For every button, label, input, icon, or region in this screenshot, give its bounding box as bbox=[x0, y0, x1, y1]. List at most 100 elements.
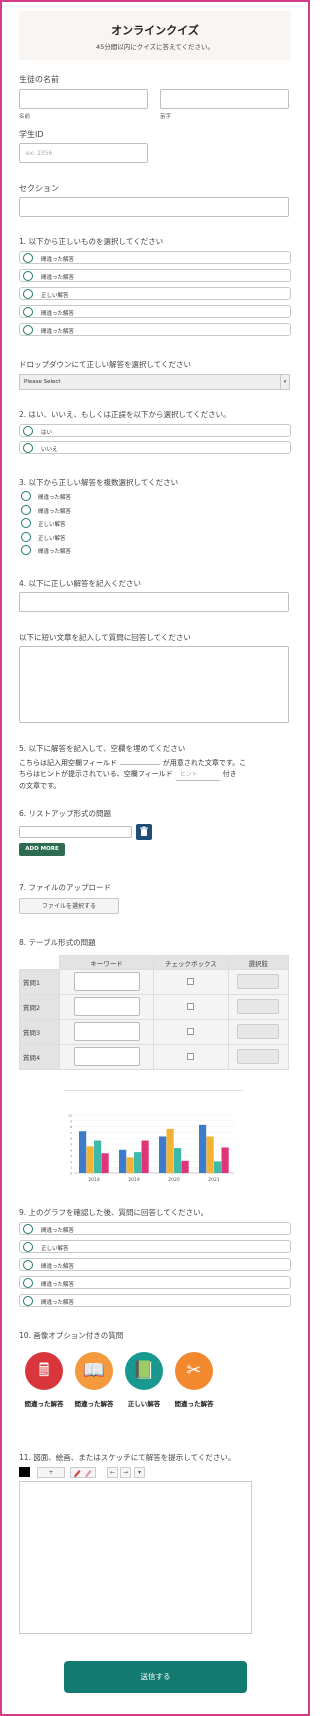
q5-blank-1[interactable] bbox=[119, 764, 160, 765]
chart-y-tick-label: 5 bbox=[70, 1143, 72, 1147]
scissors-icon[interactable]: ✂ bbox=[175, 1352, 213, 1390]
q2-option[interactable]: はい bbox=[19, 424, 291, 437]
book-icon[interactable]: 📖 bbox=[75, 1352, 113, 1390]
chart-bar bbox=[221, 1147, 229, 1173]
q5-label: 5. 以下に解答を記入して、空欄を埋めてください bbox=[19, 744, 186, 753]
q9-option[interactable]: 正しい解答 bbox=[19, 1240, 291, 1253]
q4-label: 4. 以下に正しい解答を記入ください bbox=[19, 579, 142, 588]
table-checkbox[interactable] bbox=[187, 1027, 195, 1035]
q5-hint-blank[interactable]: ヒント bbox=[175, 769, 220, 781]
choice-circle-icon[interactable] bbox=[21, 491, 31, 501]
short-text-label: 以下に短い文章を記入して質問に回答してください bbox=[19, 633, 191, 642]
checkbox-cell bbox=[153, 994, 229, 1020]
table-select[interactable] bbox=[237, 998, 280, 1014]
choice-circle-icon[interactable] bbox=[21, 504, 31, 515]
q2-option[interactable]: いいえ bbox=[19, 441, 291, 454]
first-name-input[interactable] bbox=[19, 89, 148, 109]
sketch-canvas[interactable] bbox=[19, 1481, 252, 1634]
chart-bar bbox=[166, 1128, 174, 1173]
choice-circle-icon[interactable] bbox=[21, 531, 31, 542]
choose-file-button[interactable]: ファイルを選択する bbox=[19, 898, 119, 914]
q3-option-label: 間違った解答 bbox=[38, 508, 72, 515]
select-cell bbox=[227, 1019, 290, 1045]
keyword-input[interactable] bbox=[73, 996, 140, 1016]
table-checkbox[interactable] bbox=[187, 1052, 195, 1060]
q10-label: 10. 画像オプション付きの質問 bbox=[19, 1331, 124, 1340]
student-id-placeholder: ex: 2356 bbox=[26, 150, 53, 157]
radio-icon bbox=[23, 1296, 33, 1306]
q1-option[interactable]: 間違った解答 bbox=[19, 251, 291, 264]
tool-menu-button[interactable]: ▾ bbox=[134, 1467, 145, 1478]
chart-bar bbox=[214, 1161, 222, 1173]
q1-option[interactable]: 間違った解答 bbox=[19, 269, 291, 282]
chart-y-tick-label: 7 bbox=[70, 1131, 72, 1135]
q5-text-1a: こちらは記入用空欄フィールド bbox=[19, 759, 117, 767]
calculator-icon[interactable]: 🖩 bbox=[25, 1352, 63, 1390]
table-checkbox[interactable] bbox=[187, 1002, 195, 1010]
brush-size-button[interactable]: + bbox=[37, 1467, 65, 1478]
pencil-eraser-tools[interactable] bbox=[70, 1467, 96, 1478]
select-cell bbox=[227, 1044, 290, 1070]
q1-option[interactable]: 正しい解答 bbox=[19, 287, 291, 300]
last-name-caption: 苗字 bbox=[160, 114, 172, 120]
q11-label: 11. 図面、絵画、またはスケッチにて解答を提示してください。 bbox=[19, 1453, 236, 1462]
q2-option-label: はい bbox=[41, 430, 53, 436]
chart-y-tick-label: 0 bbox=[70, 1172, 72, 1176]
section-input[interactable] bbox=[19, 197, 289, 217]
table-checkbox[interactable] bbox=[187, 977, 195, 985]
q9-option-label: 間違った解答 bbox=[41, 1264, 75, 1270]
q9-option[interactable]: 間違った解答 bbox=[19, 1258, 291, 1271]
q1-option[interactable]: 間違った解答 bbox=[19, 305, 291, 318]
submit-button[interactable]: 送信する bbox=[64, 1661, 247, 1693]
last-name-input[interactable] bbox=[160, 89, 289, 109]
table-row-label: 質問1 bbox=[19, 969, 60, 995]
table-select[interactable] bbox=[237, 1023, 280, 1039]
color-swatch[interactable] bbox=[19, 1467, 30, 1477]
q1-option-label: 間違った解答 bbox=[41, 311, 75, 317]
trash-icon[interactable] bbox=[136, 824, 152, 840]
q3-label: 3. 以下から正しい解答を複数選択してください bbox=[19, 478, 179, 487]
choice-circle-icon[interactable] bbox=[21, 545, 31, 555]
first-name-caption: 名前 bbox=[19, 114, 31, 120]
chart-bar bbox=[141, 1140, 149, 1173]
q4-answer-input[interactable] bbox=[19, 592, 289, 612]
list-item-input[interactable] bbox=[19, 826, 132, 838]
choice-circle-icon[interactable] bbox=[21, 518, 31, 528]
q5-text-2a: ちらはヒントが提示されている、空欄フィールド bbox=[19, 770, 173, 778]
student-name-label: 生徒の名前 bbox=[19, 75, 59, 84]
section-label: セクション bbox=[19, 184, 59, 193]
short-text-textarea[interactable] bbox=[19, 646, 289, 723]
notebook-icon[interactable]: 📗 bbox=[125, 1352, 163, 1390]
student-id-input[interactable]: ex: 2356 bbox=[19, 143, 148, 163]
add-more-button[interactable]: ADD MORE bbox=[19, 843, 65, 856]
table-select[interactable] bbox=[237, 1048, 280, 1064]
chart-bar bbox=[174, 1148, 182, 1173]
table-select[interactable] bbox=[237, 973, 280, 989]
undo-button[interactable]: ← bbox=[107, 1467, 118, 1478]
chart-y-tick-label: 1 bbox=[70, 1166, 72, 1170]
radio-icon bbox=[23, 1242, 33, 1252]
chart-y-tick-label: 10 bbox=[68, 1114, 72, 1118]
q3-option-label: 間違った解答 bbox=[38, 495, 72, 501]
table-row: 質問3 bbox=[19, 1019, 290, 1045]
q9-option[interactable]: 間違った解答 bbox=[19, 1222, 291, 1235]
keyword-input[interactable] bbox=[73, 1021, 140, 1041]
redo-button[interactable]: → bbox=[120, 1467, 131, 1478]
radio-icon bbox=[23, 289, 33, 299]
q1-label: 1. 以下から正しいものを選択してください bbox=[19, 237, 164, 246]
image-option-label: 間違った解答 bbox=[24, 1400, 64, 1408]
checkbox-cell bbox=[153, 1019, 229, 1045]
answer-dropdown[interactable]: Please Select ▾ bbox=[19, 374, 290, 390]
q9-option-label: 間違った解答 bbox=[41, 1228, 75, 1234]
form-title: オンラインクイズ bbox=[111, 24, 199, 37]
q1-option[interactable]: 間違った解答 bbox=[19, 323, 291, 336]
chart-bar bbox=[94, 1140, 102, 1173]
q2-label: 2. はい、いいえ、もしくは正誤を以下から選択してください。 bbox=[19, 410, 231, 419]
keyword-input[interactable] bbox=[73, 971, 140, 991]
q9-option[interactable]: 間違った解答 bbox=[19, 1276, 291, 1289]
q3-option-label: 正しい解答 bbox=[38, 522, 66, 528]
q9-option[interactable]: 間違った解答 bbox=[19, 1294, 291, 1307]
select-cell bbox=[227, 994, 290, 1020]
chart-y-tick-label: 4 bbox=[70, 1148, 72, 1152]
keyword-input[interactable] bbox=[73, 1046, 140, 1066]
